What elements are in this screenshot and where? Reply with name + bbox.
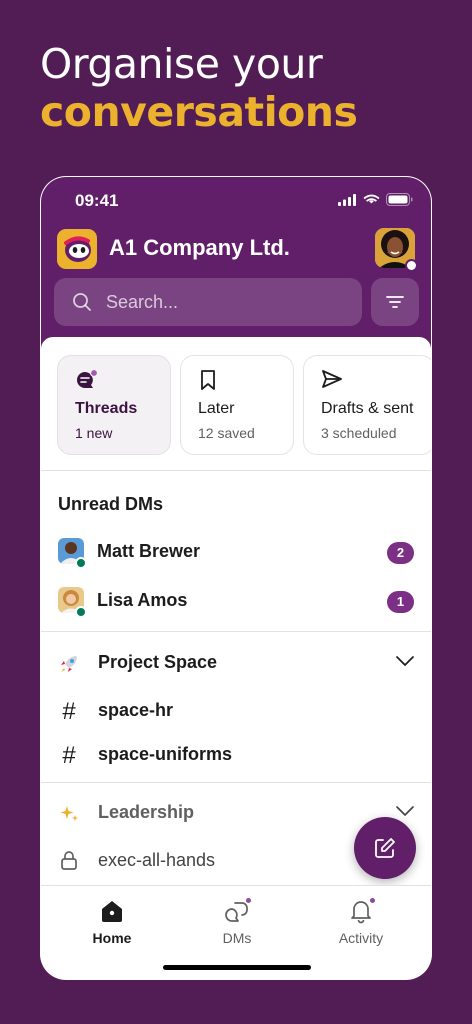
phone-frame: 09:41 A1 Company Ltd. Search... Threads … [40, 176, 432, 980]
home-indicator [163, 965, 311, 970]
compose-icon [375, 838, 395, 858]
unread-dms-title: Unread DMs [58, 494, 164, 514]
dms-icon [187, 896, 287, 926]
divider [41, 470, 431, 471]
bookmark-icon [198, 369, 218, 395]
online-indicator [75, 557, 87, 569]
bell-icon [311, 896, 411, 926]
tab-home[interactable]: Home [62, 896, 162, 956]
filter-button[interactable] [371, 278, 419, 326]
card-subtitle: 3 scheduled [321, 425, 397, 441]
tab-activity[interactable]: Activity [311, 896, 411, 956]
section-project-space[interactable]: Project Space [41, 644, 431, 684]
dm-row-lisa[interactable]: Lisa Amos 1 [41, 582, 431, 622]
card-subtitle: 1 new [75, 425, 113, 441]
hash-icon: # [62, 742, 76, 769]
card-title: Later [198, 400, 235, 417]
drafts-card[interactable]: Drafts & sent 3 scheduled [303, 355, 431, 455]
rocket-icon [58, 653, 80, 675]
headline-line-1: Organise your [40, 40, 323, 88]
search-icon [73, 293, 91, 311]
compose-button[interactable] [354, 817, 416, 879]
card-title: Drafts & sent [321, 400, 414, 417]
battery-icon [386, 193, 413, 206]
tab-label: Activity [338, 930, 384, 946]
unread-dot [369, 897, 376, 904]
card-title: Threads [75, 400, 138, 417]
headline-line-2: conversations [40, 88, 358, 136]
later-card[interactable]: Later 12 saved [180, 355, 294, 455]
filter-icon [386, 296, 404, 308]
status-icons [338, 193, 413, 206]
presence-dot [405, 259, 418, 272]
sparkles-icon [58, 803, 80, 825]
workspace-name[interactable]: A1 Company Ltd. [109, 235, 290, 261]
home-icon [62, 896, 162, 926]
section-title: Project Space [98, 652, 218, 672]
wifi-icon [363, 194, 380, 203]
hash-icon: # [62, 698, 76, 725]
signal-icon [338, 193, 356, 206]
section-title: Leadership [98, 802, 195, 822]
search-input[interactable]: Search... [54, 278, 362, 326]
thread-icon [75, 368, 99, 395]
app-header: 09:41 A1 Company Ltd. Search... [41, 177, 431, 357]
channel-row[interactable]: # space-hr [41, 692, 431, 732]
unread-dot [245, 897, 252, 904]
lock-icon [58, 851, 80, 873]
headline: Organise your conversations [40, 40, 358, 136]
tab-label: Home [92, 930, 132, 946]
search-placeholder: Search... [106, 292, 179, 312]
channel-name: space-hr [98, 700, 174, 720]
divider [41, 631, 431, 632]
chevron-down-icon [396, 806, 414, 816]
tab-dms[interactable]: DMs [187, 896, 287, 956]
unread-badge: 1 [387, 591, 414, 613]
dm-name: Lisa Amos [97, 590, 188, 610]
unread-badge: 2 [387, 542, 414, 564]
channel-name: space-uniforms [98, 744, 233, 764]
quick-cards: Threads 1 new Later 12 saved Drafts & se… [57, 355, 431, 455]
dm-row-matt[interactable]: Matt Brewer 2 [41, 533, 431, 573]
tab-label: DMs [222, 930, 252, 946]
channel-row[interactable]: # space-uniforms [41, 736, 431, 776]
send-icon [321, 369, 343, 393]
workspace-logo-icon[interactable] [57, 229, 97, 269]
divider [41, 782, 431, 783]
threads-card[interactable]: Threads 1 new [57, 355, 171, 455]
home-content: Threads 1 new Later 12 saved Drafts & se… [41, 337, 431, 885]
dm-name: Matt Brewer [97, 541, 201, 561]
card-subtitle: 12 saved [198, 425, 255, 441]
chevron-down-icon [396, 656, 414, 666]
status-time: 09:41 [75, 191, 119, 210]
online-indicator [75, 606, 87, 618]
channel-name: exec-all-hands [98, 850, 216, 870]
